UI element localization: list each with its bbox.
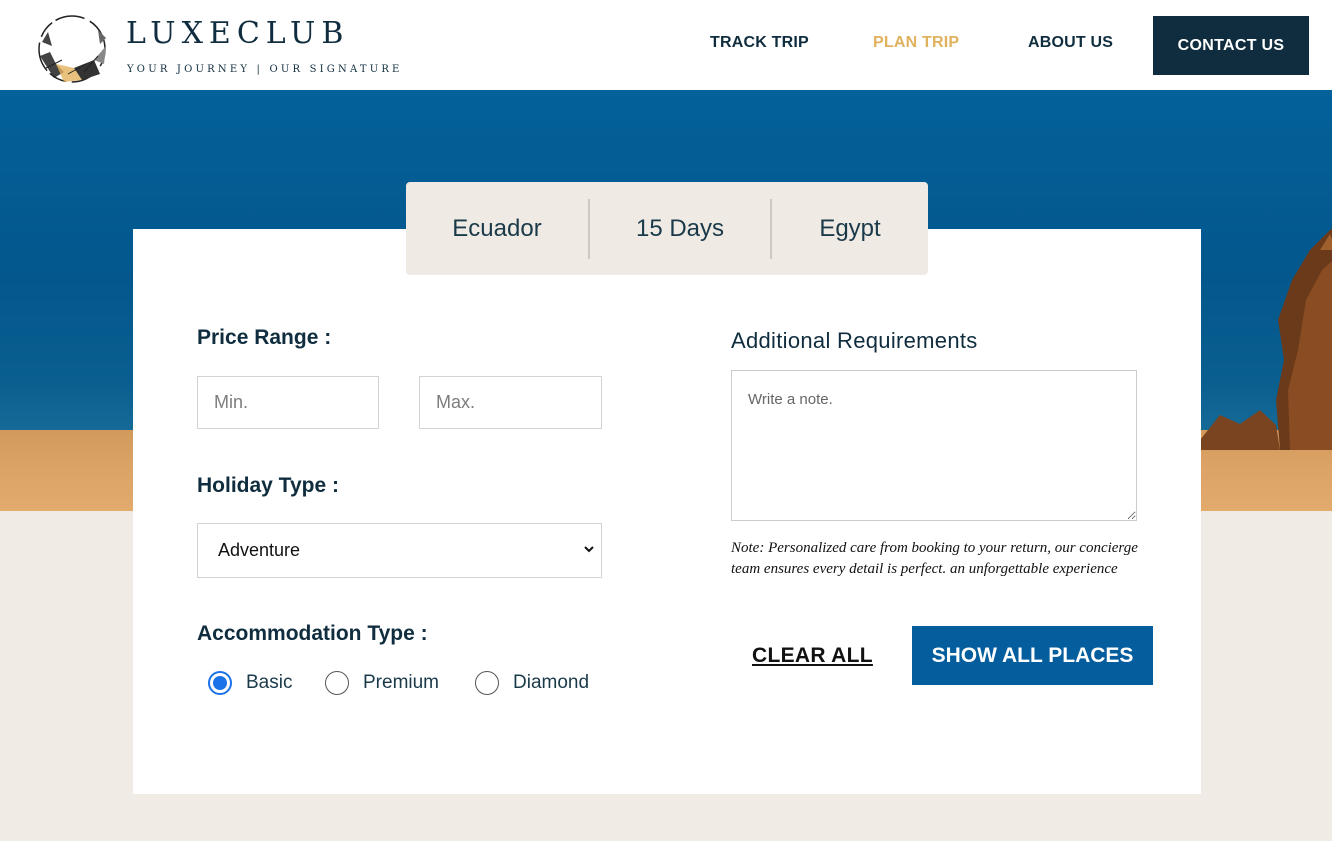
radio-button[interactable] [475,671,499,695]
accommodation-type-label: Accommodation Type : [197,622,428,645]
rock-formation-image [1200,228,1332,450]
price-range-label: Price Range : [197,326,332,349]
summary-duration: 15 Days [635,214,725,242]
concierge-note: Note: Personalized care from booking to … [731,540,1138,577]
holiday-type-label: Holiday Type : [197,474,339,497]
holiday-type-value: Adventure [218,540,301,560]
clear-all-button[interactable]: CLEAR ALL [752,644,873,668]
price-max-input[interactable] [419,376,602,429]
radio-premium[interactable]: Premium [325,671,439,695]
brand-name[interactable]: LUXECLUB [126,14,349,54]
radio-diamond[interactable]: Diamond [475,671,589,695]
holiday-type-select[interactable]: Adventure [197,523,602,578]
contact-us-button[interactable]: CONTACT US [1153,16,1309,75]
radio-button-checked[interactable] [208,671,232,695]
brand-tagline: YOUR JOURNEY | OUR SIGNATURE [127,64,403,75]
radio-basic[interactable]: Basic [208,671,292,695]
chevron-down-icon [584,546,594,553]
radio-label-premium: Premium [363,672,440,693]
site-header: LUXECLUB YOUR JOURNEY | OUR SIGNATURE TR… [0,0,1332,90]
luxeclub-logo-icon[interactable] [34,12,110,86]
trip-summary-bar: Ecuador 15 Days Egypt [406,182,928,275]
nav-track-trip[interactable]: TRACK TRIP [710,34,809,52]
note-textarea[interactable] [731,370,1137,521]
radio-label-diamond: Diamond [513,672,590,693]
price-min-input[interactable] [197,376,379,429]
nav-about-us[interactable]: ABOUT US [1028,34,1113,52]
radio-label-basic: Basic [246,672,293,693]
summary-origin: Ecuador [452,214,542,242]
additional-requirements-label: Additional Requirements [731,328,978,353]
summary-destination: Egypt [819,214,881,242]
nav-plan-trip[interactable]: PLAN TRIP [873,34,959,52]
show-all-places-button[interactable]: SHOW ALL PLACES [912,626,1153,685]
radio-button[interactable] [325,671,349,695]
